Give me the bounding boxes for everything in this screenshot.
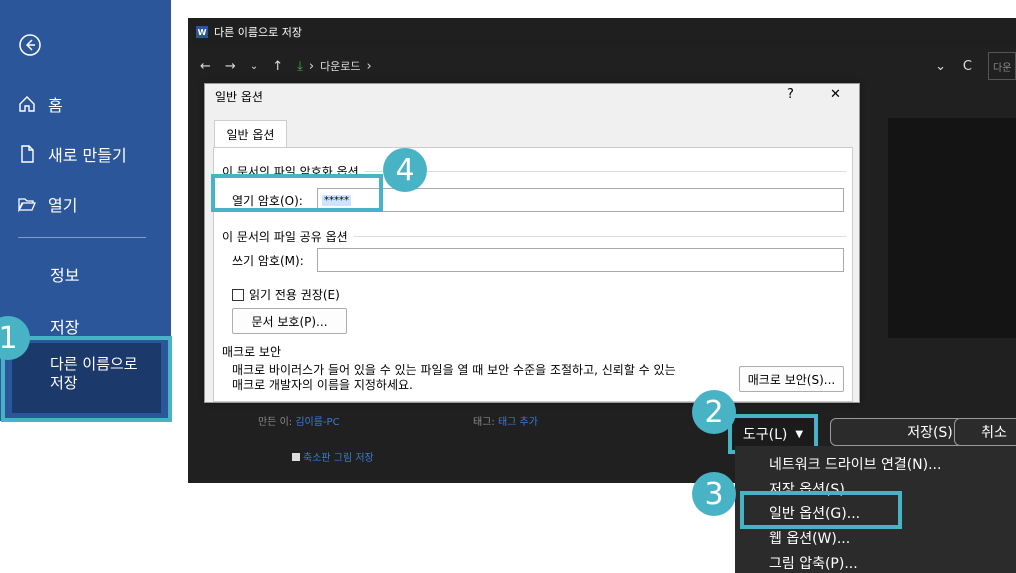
sidebar-divider — [18, 237, 146, 238]
readonly-checkbox[interactable]: 읽기 전용 권장(E) — [232, 286, 340, 303]
step-badge-4: 4 — [383, 148, 427, 192]
author-value[interactable]: 김이름-PC — [295, 417, 339, 428]
folder-icon — [18, 198, 36, 213]
back-button[interactable] — [18, 33, 42, 57]
macro-group-title: 매크로 보안 — [222, 345, 282, 359]
save-as-titlebar: W 다른 이름으로 저장 — [188, 18, 1016, 46]
checkbox-icon — [232, 288, 244, 301]
chevron-down-icon[interactable]: ⌄ — [935, 59, 946, 74]
protect-document-button[interactable]: 문서 보호(P)... — [232, 308, 347, 334]
chevron-down-icon[interactable]: ⌄ — [250, 61, 258, 72]
dialog-title: 일반 옵션 — [215, 90, 263, 104]
help-icon[interactable]: ? — [787, 87, 794, 102]
home-icon — [19, 96, 35, 112]
tags-field: 태그: 태그 추가 — [473, 417, 538, 428]
breadcrumb-separator: › — [366, 58, 372, 74]
macro-description: 매크로 바이러스가 들어 있을 수 있는 파일을 열 때 보안 수준을 조절하고… — [232, 363, 676, 392]
cancel-button[interactable]: 취소 — [954, 418, 1016, 446]
thumbnail-checkbox[interactable]: 축소판 그림 저장 — [292, 449, 374, 464]
sidebar-item-label: 정보 — [50, 266, 80, 285]
general-options-dialog: 일반 옵션 ? ✕ 일반 옵션 이 문서의 파일 암호화 옵션 열기 암호(O)… — [204, 83, 860, 403]
file-list-area — [888, 118, 1016, 338]
sidebar-item-info[interactable]: 정보 — [50, 262, 79, 286]
tab-general-options[interactable]: 일반 옵션 — [214, 120, 287, 148]
up-arrow-icon[interactable]: ↑ — [272, 59, 283, 74]
sidebar-item-label: 새로 만들기 — [48, 146, 127, 165]
highlight-open-password — [211, 174, 383, 212]
macro-security-button[interactable]: 매크로 보안(S)... — [739, 366, 844, 392]
forward-arrow-icon[interactable]: → — [225, 59, 236, 74]
search-input[interactable]: 다운 — [988, 52, 1016, 80]
refresh-icon[interactable]: C — [963, 59, 972, 74]
breadcrumb[interactable]: 다운로드 — [320, 58, 360, 74]
back-arrow-icon — [19, 34, 41, 56]
step-badge-2: 2 — [692, 390, 736, 434]
checkbox-icon — [292, 452, 300, 461]
menu-item-map-drive[interactable]: 네트워크 드라이브 연결(N)... — [769, 454, 941, 474]
sidebar-item-open[interactable]: 열기 — [18, 192, 77, 216]
sidebar-item-home[interactable]: 홈 — [18, 92, 63, 116]
sidebar-item-label: 열기 — [48, 196, 78, 215]
sidebar-item-label: 저장 — [50, 318, 80, 337]
highlight-general-options — [740, 491, 902, 529]
menu-item-web-options[interactable]: 웹 옵션(W)... — [769, 528, 850, 548]
navigation-bar: ← → ⌄ ↑ ⤓ › 다운로드 › ⌄ C — [188, 48, 1016, 84]
sidebar-item-save[interactable]: 저장 — [50, 314, 79, 338]
menu-item-compress-pictures[interactable]: 그림 압축(P)... — [769, 553, 858, 573]
back-arrow-icon[interactable]: ← — [200, 59, 211, 74]
new-document-icon — [21, 145, 34, 163]
write-password-field[interactable] — [317, 248, 844, 272]
author-field: 만든 이: 김이름-PC — [258, 417, 340, 428]
sidebar-item-label: 홈 — [48, 96, 63, 115]
tags-value[interactable]: 태그 추가 — [498, 417, 538, 428]
breadcrumb-separator: › — [308, 58, 315, 74]
save-as-title: 다른 이름으로 저장 — [214, 26, 302, 39]
step-badge-3: 3 — [692, 472, 736, 516]
write-password-label: 쓰기 암호(M): — [232, 254, 304, 268]
download-icon: ⤓ — [297, 58, 303, 74]
open-password-field[interactable]: ***** — [317, 188, 844, 212]
word-icon: W — [196, 26, 208, 38]
share-group-title: 이 문서의 파일 공유 옵션 — [222, 228, 846, 245]
close-icon[interactable]: ✕ — [830, 87, 841, 102]
sidebar-item-new[interactable]: 새로 만들기 — [18, 142, 127, 166]
